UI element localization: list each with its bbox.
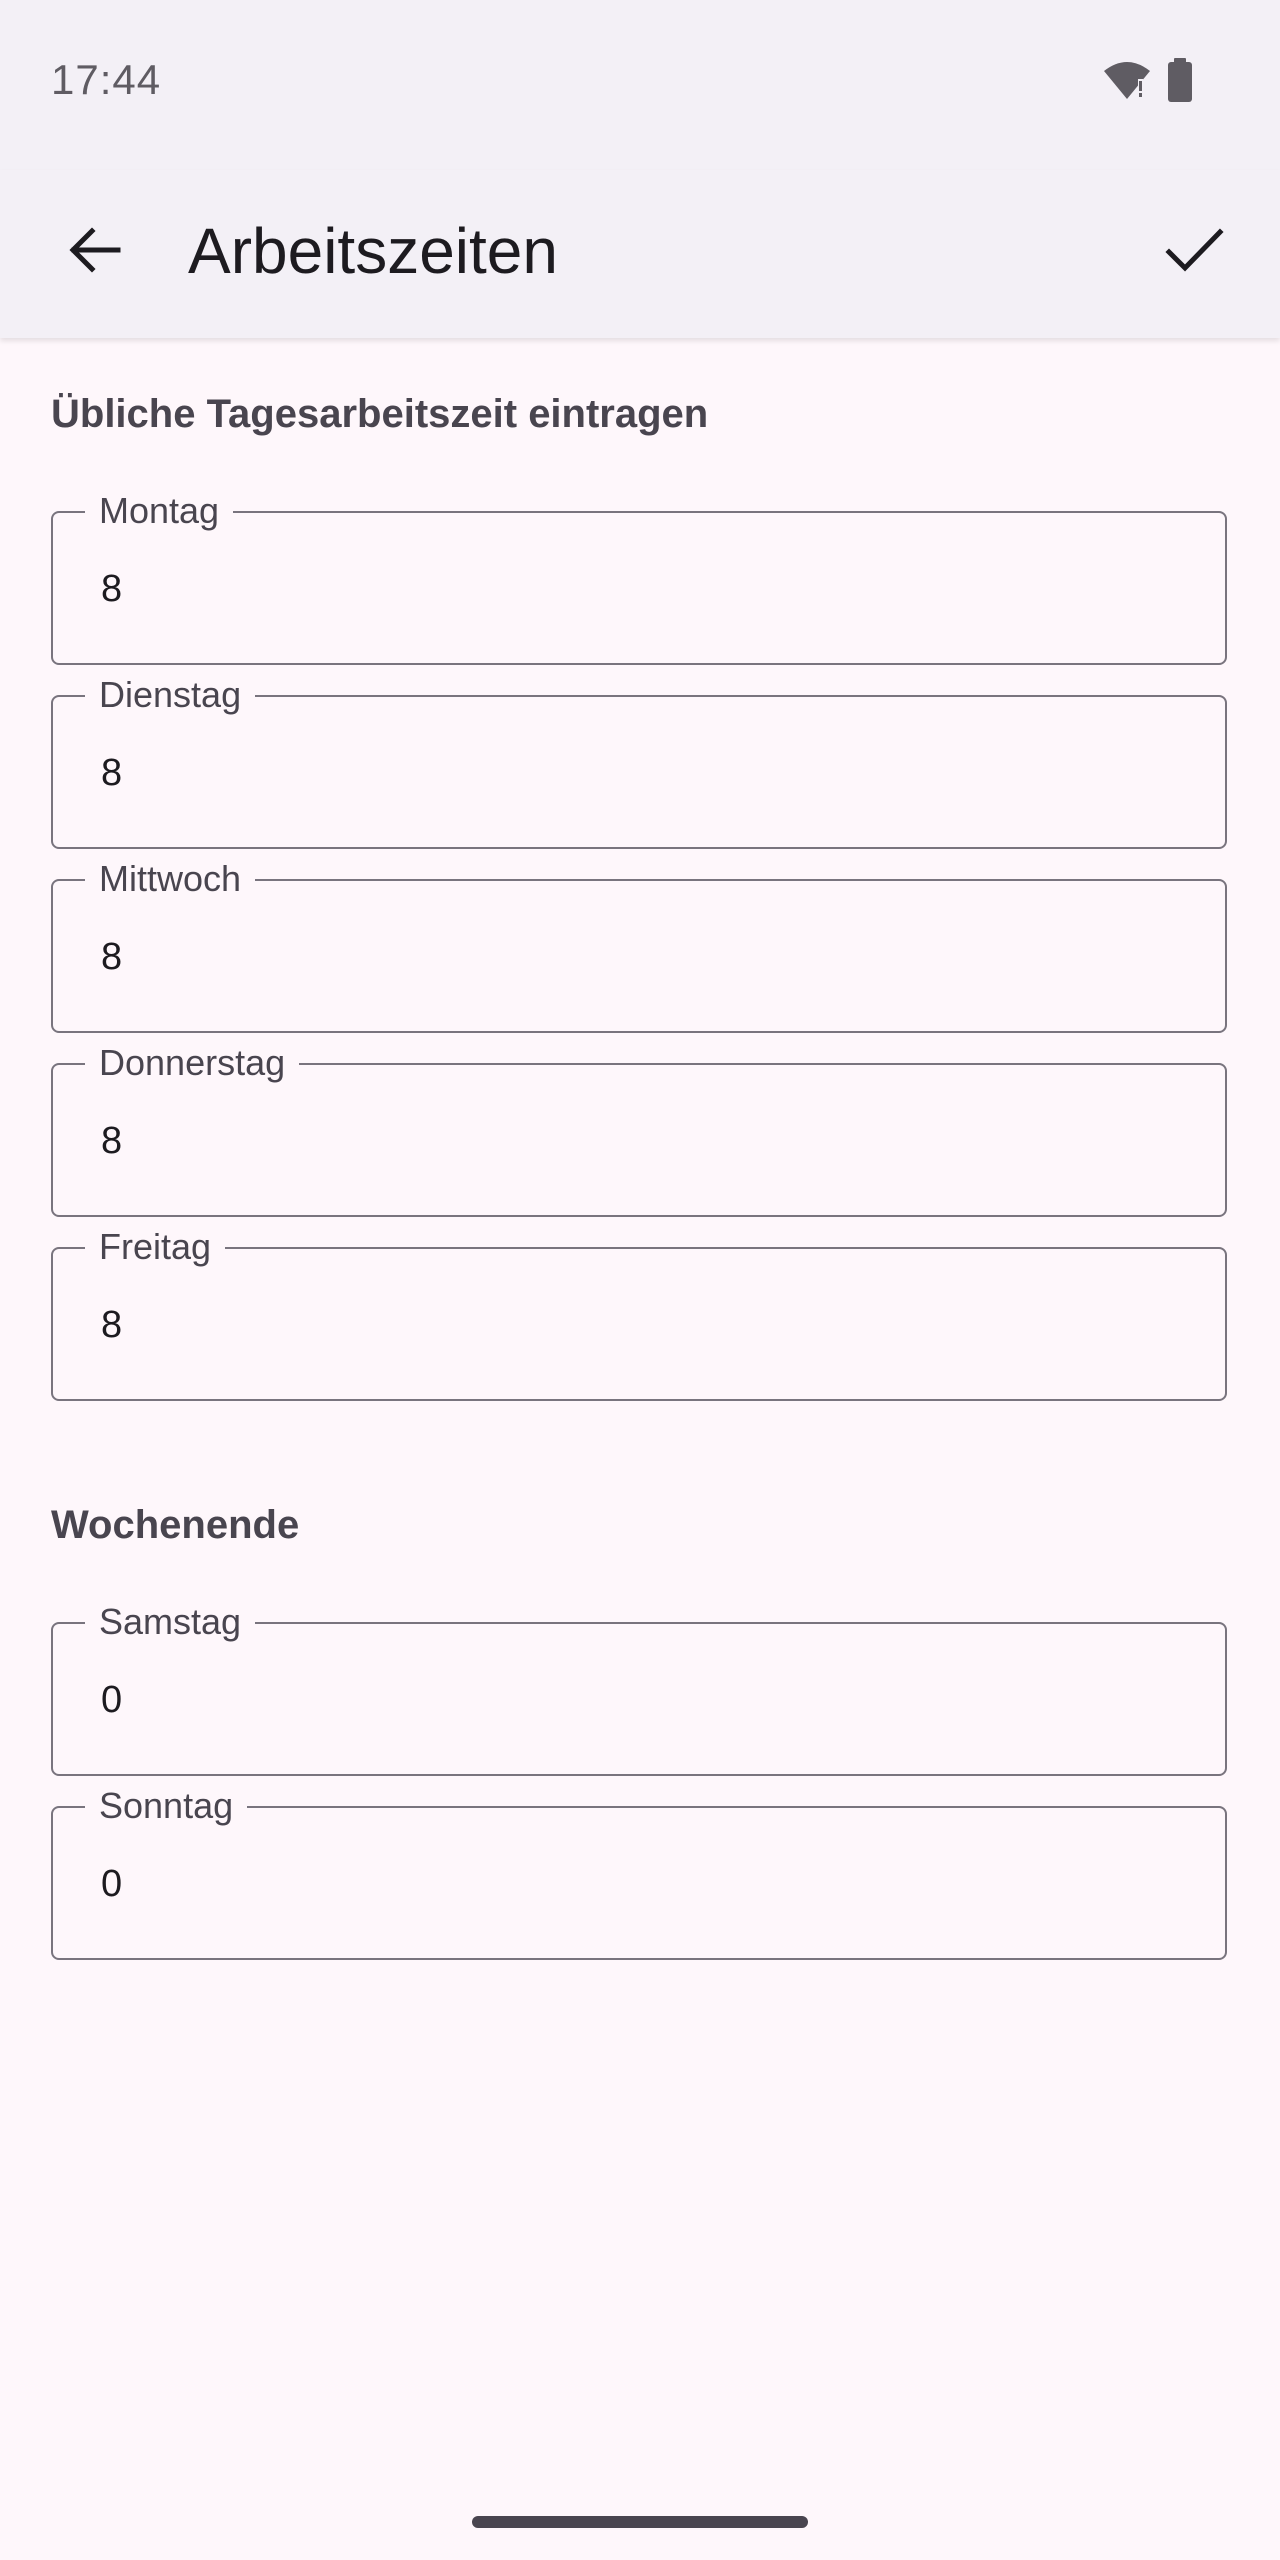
status-time: 17:44 [51,56,162,103]
wifi-icon [1102,59,1152,106]
status-icons [1102,58,1194,107]
field-freitag: Freitag [51,1225,1227,1401]
field-label-sonntag: Sonntag [85,1784,248,1828]
field-montag: Montag [51,489,1227,665]
field-label-samstag: Samstag [85,1600,256,1644]
field-mittwoch: Mittwoch [51,857,1227,1033]
check-icon [1164,220,1224,285]
input-mittwoch[interactable] [101,927,1161,987]
field-donnerstag: Donnerstag [51,1041,1227,1217]
status-bar: 17:44 [0,0,1280,170]
input-donnerstag[interactable] [101,1111,1161,1171]
field-dienstag: Dienstag [51,673,1227,849]
confirm-button[interactable] [1148,206,1240,298]
input-dienstag[interactable] [101,743,1161,803]
battery-icon [1166,58,1194,107]
page-title: Arbeitszeiten [188,215,558,287]
app-bar: Arbeitszeiten [0,170,1280,338]
input-samstag[interactable] [101,1670,1161,1730]
field-sonntag: Sonntag [51,1784,1227,1960]
input-montag[interactable] [101,559,1161,619]
field-label-freitag: Freitag [85,1225,226,1269]
weekdays-heading: Übliche Tagesarbeitszeit eintragen [51,392,709,436]
field-samstag: Samstag [51,1600,1227,1776]
weekend-heading: Wochenende [51,1503,300,1547]
input-sonntag[interactable] [101,1854,1161,1914]
field-label-montag: Montag [85,489,234,533]
field-label-dienstag: Dienstag [85,673,256,717]
input-freitag[interactable] [101,1295,1161,1355]
home-indicator[interactable] [472,2516,808,2528]
arrow-back-icon [66,222,122,283]
field-label-donnerstag: Donnerstag [85,1041,300,1085]
back-button[interactable] [48,206,140,298]
field-label-mittwoch: Mittwoch [85,857,256,901]
